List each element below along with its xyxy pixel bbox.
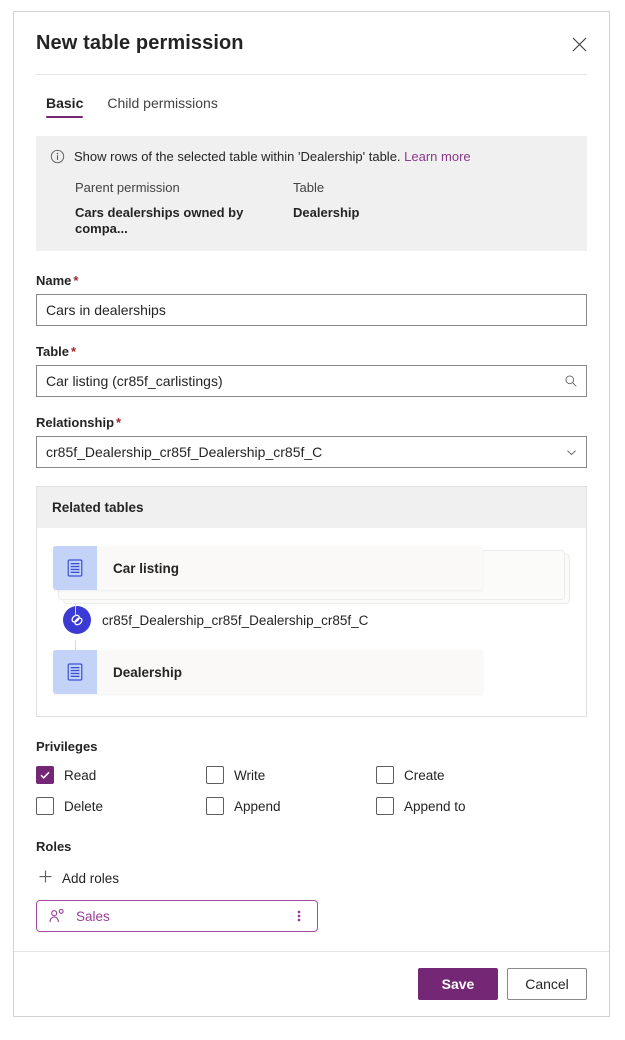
name-field-group: Name *	[36, 273, 587, 326]
related-tables-panel: Related tables Car listing cr85f_Dealers…	[36, 486, 587, 717]
table-value: Dealership	[293, 205, 360, 220]
name-required-marker: *	[73, 273, 79, 288]
checkbox-write[interactable]	[206, 766, 224, 784]
checkbox-append-to[interactable]	[376, 797, 394, 815]
relationship-select-wrapper[interactable]	[36, 436, 587, 468]
parent-permission-value: Cars dealerships owned by compa...	[75, 205, 244, 236]
save-button[interactable]: Save	[418, 968, 498, 1000]
roles-label: Roles	[36, 839, 72, 854]
checkbox-read[interactable]	[36, 766, 54, 784]
privilege-append-label: Append	[234, 798, 281, 814]
privilege-read[interactable]: Read	[36, 766, 206, 784]
close-icon	[572, 37, 587, 52]
privilege-append-to-label: Append to	[404, 798, 466, 814]
relationship-required-marker: *	[116, 415, 122, 430]
privilege-write-label: Write	[234, 767, 266, 783]
info-banner: Show rows of the selected table within '…	[36, 136, 587, 251]
privileges-section: Privileges Read Write Create Delete Appe…	[36, 739, 587, 815]
name-label-text: Name	[36, 273, 72, 288]
add-roles-button[interactable]: Add roles	[36, 866, 121, 890]
close-button[interactable]	[563, 28, 595, 60]
info-banner-message-row: Show rows of the selected table within '…	[50, 148, 573, 169]
role-chip-sales[interactable]: Sales	[36, 900, 318, 932]
table-input-wrapper[interactable]	[36, 365, 587, 397]
add-roles-label: Add roles	[62, 870, 120, 886]
privilege-append[interactable]: Append	[206, 797, 376, 815]
table-icon	[53, 650, 97, 694]
table-icon	[53, 546, 97, 590]
privileges-label: Privileges	[36, 739, 98, 754]
relationship-select[interactable]	[37, 437, 556, 467]
info-banner-message: Show rows of the selected table within '…	[74, 149, 401, 164]
page-title: New table permission	[36, 31, 244, 54]
privilege-delete-label: Delete	[64, 798, 104, 814]
roles-section: Roles Add roles Sales	[36, 839, 587, 932]
target-entity-name: Dealership	[113, 664, 183, 680]
table-required-marker: *	[71, 344, 77, 359]
learn-more-link[interactable]: Learn more	[404, 149, 470, 164]
checkbox-delete[interactable]	[36, 797, 54, 815]
info-icon	[50, 149, 65, 169]
privilege-append-to[interactable]: Append to	[376, 797, 587, 815]
info-banner-table: Parent permission Table Cars dealerships…	[75, 180, 573, 237]
relationship-label: Relationship *	[36, 415, 587, 430]
parent-permission-header: Parent permission	[75, 180, 180, 195]
privileges-grid: Read Write Create Delete Append Append t…	[36, 766, 587, 815]
dialog-body: Show rows of the selected table within '…	[14, 122, 609, 951]
dialog-footer: Save Cancel	[14, 951, 609, 1016]
table-input[interactable]	[37, 366, 556, 396]
more-vertical-icon[interactable]	[290, 908, 308, 924]
table-field-group: Table *	[36, 344, 587, 397]
privilege-create[interactable]: Create	[376, 766, 587, 784]
privilege-create-label: Create	[404, 767, 445, 783]
plus-icon	[38, 869, 53, 887]
table-header: Table	[293, 180, 325, 195]
source-entity-card[interactable]: Car listing	[53, 546, 483, 590]
link-icon	[63, 606, 91, 634]
source-entity-name: Car listing	[113, 560, 180, 576]
role-chip-name: Sales	[76, 908, 110, 924]
name-input[interactable]	[37, 295, 586, 325]
target-entity-card[interactable]: Dealership	[53, 650, 483, 694]
relationship-graph: Car listing cr85f_Dealership_cr85f_Deale…	[37, 528, 586, 716]
tab-basic[interactable]: Basic	[36, 87, 93, 122]
person-role-icon	[49, 909, 65, 923]
privilege-read-label: Read	[64, 767, 97, 783]
new-table-permission-dialog: New table permission Basic Child permiss…	[13, 11, 610, 1017]
relationship-label-text: Relationship	[36, 415, 115, 430]
privilege-delete[interactable]: Delete	[36, 797, 206, 815]
relationship-field-group: Relationship *	[36, 415, 587, 468]
chevron-down-icon[interactable]	[556, 437, 586, 467]
info-banner-text: Show rows of the selected table within '…	[74, 148, 471, 166]
tab-list: Basic Child permissions	[14, 75, 609, 122]
name-label: Name *	[36, 273, 587, 288]
relationship-node-label: cr85f_Dealership_cr85f_Dealership_cr85f_…	[102, 612, 369, 628]
source-entity-stack: Car listing	[53, 546, 570, 604]
checkbox-append[interactable]	[206, 797, 224, 815]
privilege-write[interactable]: Write	[206, 766, 376, 784]
table-label-text: Table	[36, 344, 69, 359]
checkbox-create[interactable]	[376, 766, 394, 784]
related-tables-header: Related tables	[37, 487, 586, 528]
cancel-button[interactable]: Cancel	[507, 968, 587, 1000]
tab-child-permissions[interactable]: Child permissions	[97, 87, 227, 122]
dialog-header: New table permission	[14, 12, 609, 74]
table-label: Table *	[36, 344, 587, 359]
search-icon[interactable]	[556, 366, 586, 396]
name-input-wrapper[interactable]	[36, 294, 587, 326]
relationship-node-row[interactable]: cr85f_Dealership_cr85f_Dealership_cr85f_…	[53, 606, 570, 634]
